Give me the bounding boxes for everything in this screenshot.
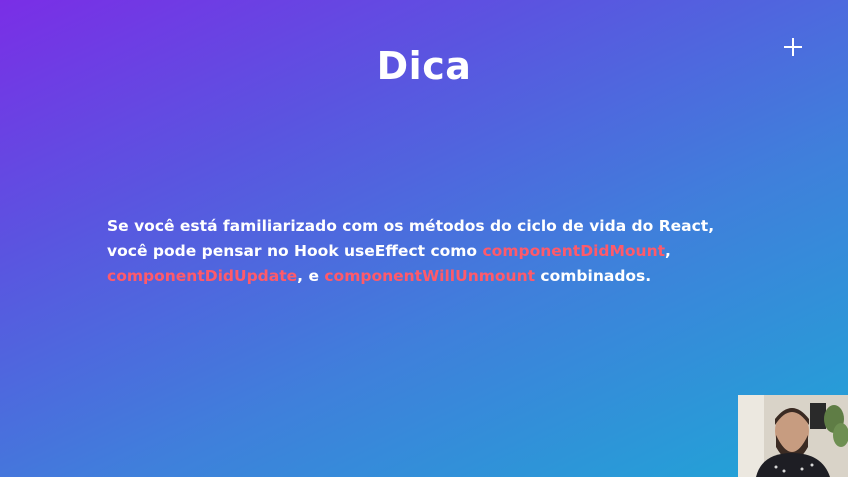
- hook-component-did-mount: componentDidMount: [482, 242, 666, 260]
- tip-line-2-prefix: você pode pensar no Hook useEffect como: [107, 242, 483, 260]
- hook-component-will-unmount: componentWillUnmount: [324, 267, 536, 285]
- slide-title: Dica: [376, 44, 472, 88]
- tip-line-1: Se você está familiarizado com os método…: [107, 217, 715, 235]
- tip-text: Se você está familiarizado com os método…: [107, 214, 747, 289]
- presenter-video: [738, 395, 848, 477]
- plus-icon[interactable]: [784, 38, 802, 56]
- tip-line-2-suffix: ,: [665, 242, 671, 260]
- presentation-slide: Dica Se você está familiarizado com os m…: [0, 0, 848, 477]
- tip-separator: , e: [297, 267, 325, 285]
- hook-component-did-update: componentDidUpdate: [107, 267, 298, 285]
- tip-line-3-suffix: combinados.: [535, 267, 652, 285]
- webcam-overlay: [738, 395, 848, 477]
